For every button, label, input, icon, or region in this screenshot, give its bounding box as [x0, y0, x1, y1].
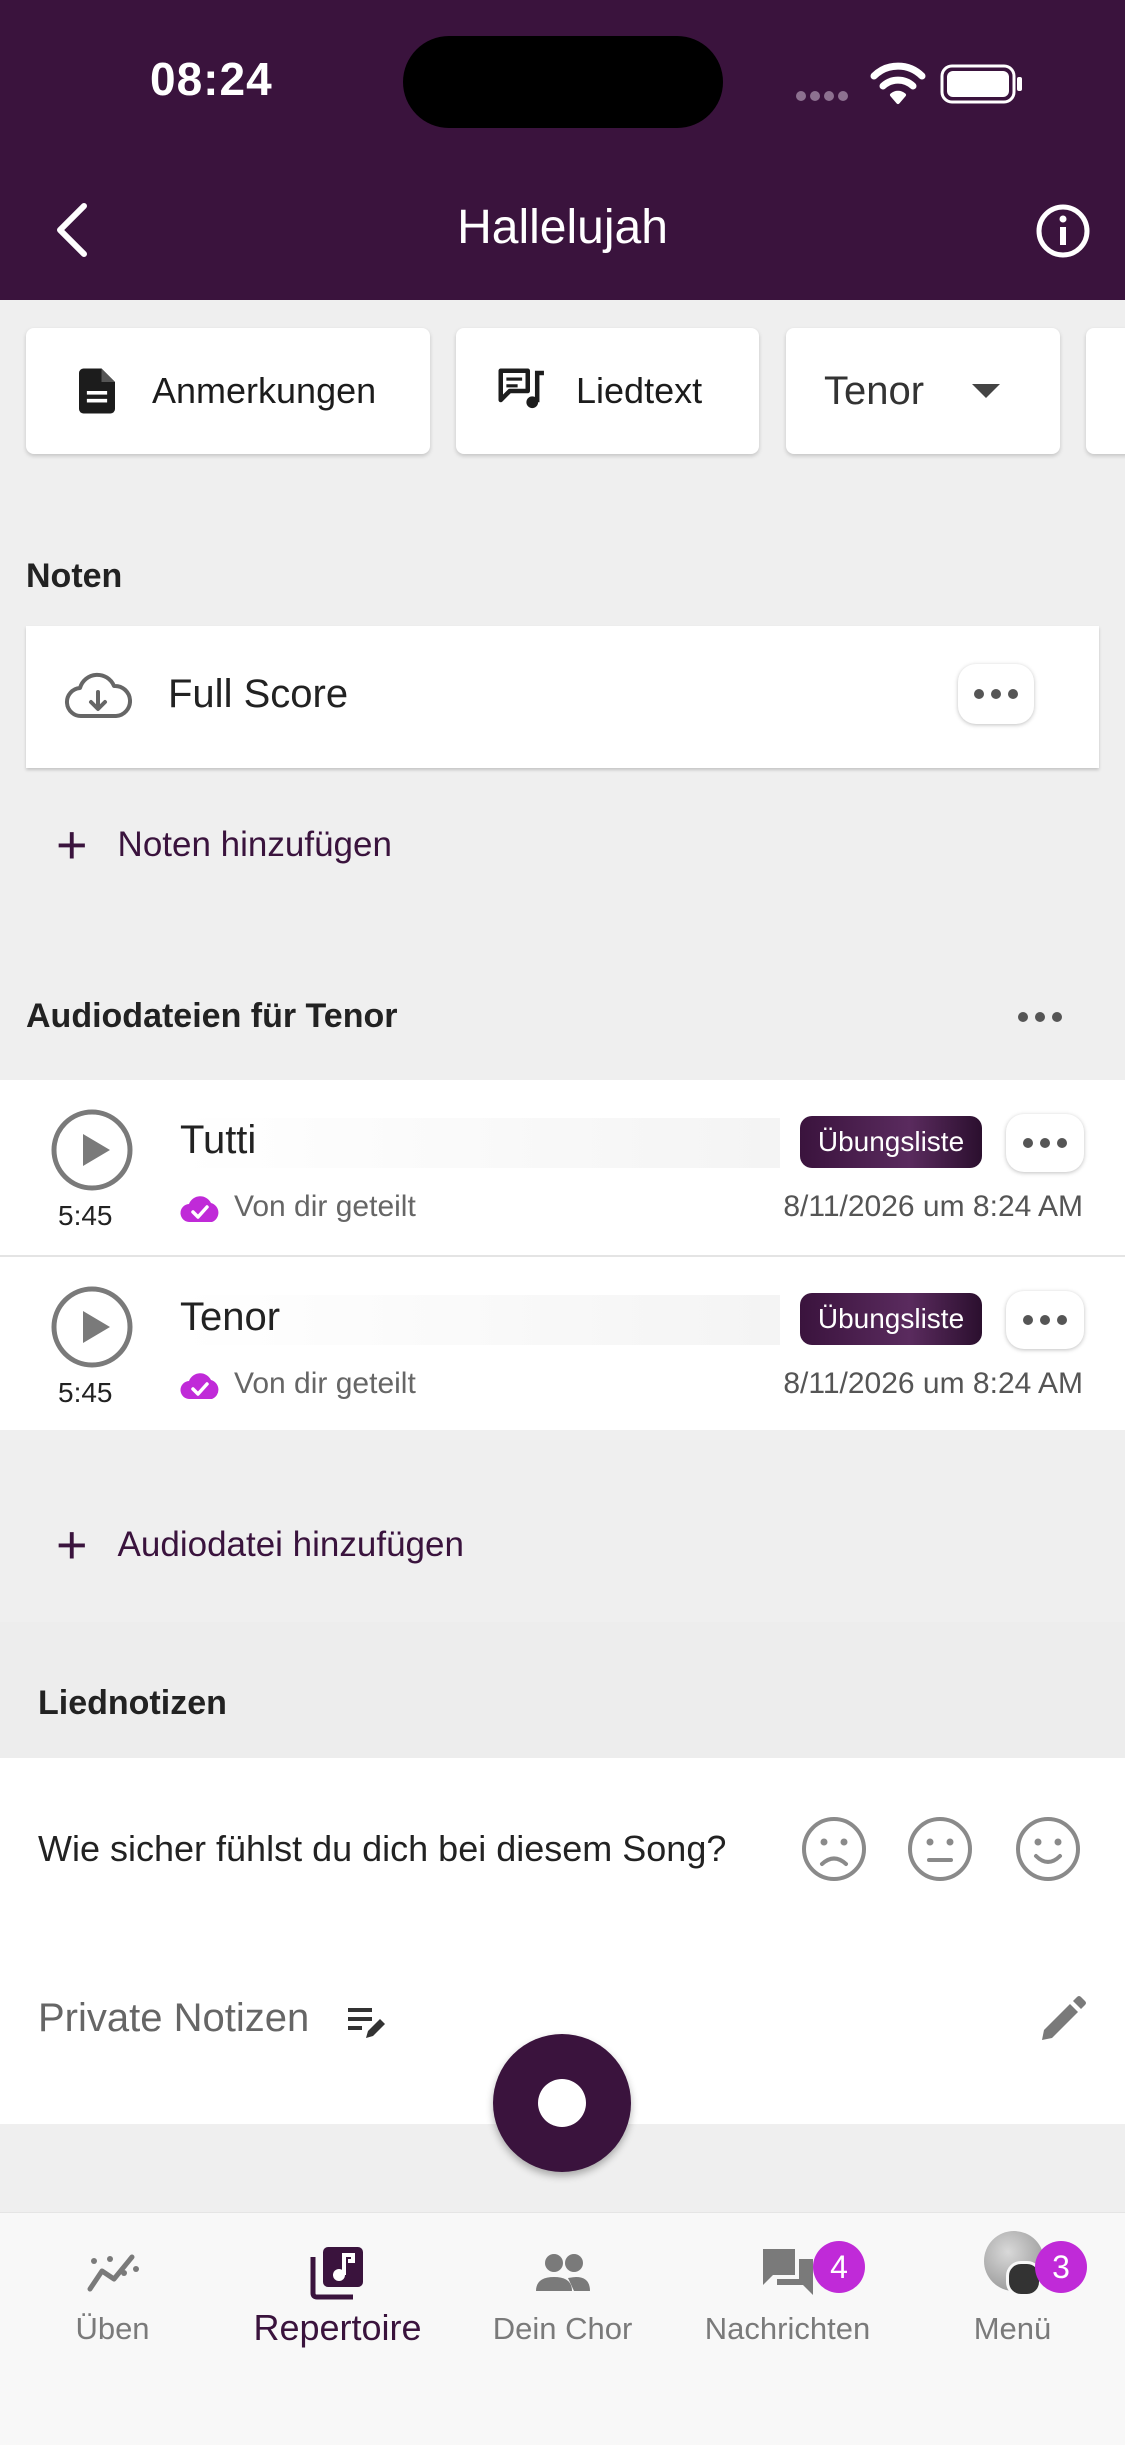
- audio-row-more-button[interactable]: [1006, 1114, 1084, 1172]
- extra-chip[interactable]: [1086, 328, 1125, 454]
- notes-edit-icon: [348, 2008, 385, 2038]
- chart-line-icon: [87, 2254, 139, 2292]
- practice-list-badge[interactable]: Übungsliste: [800, 1293, 982, 1345]
- add-score-button[interactable]: + Noten hinzufügen: [56, 818, 392, 872]
- status-time: 08:24: [150, 53, 273, 105]
- messages-count-badge: 4: [813, 2241, 865, 2293]
- practice-list-badge[interactable]: Übungsliste: [800, 1116, 982, 1168]
- audio-name: Tenor: [180, 1295, 780, 1345]
- audio-row-more-button[interactable]: [1006, 1291, 1084, 1349]
- score-item[interactable]: Full Score: [26, 626, 1099, 768]
- add-audio-label: Audiodatei hinzufügen: [117, 1525, 464, 1564]
- nav-item-practice[interactable]: Üben: [0, 2213, 225, 2363]
- audio-date: 8/11/2026 um 8:24 AM: [783, 1190, 1083, 1223]
- audio-more-icon[interactable]: [1018, 1012, 1062, 1022]
- score-name: Full Score: [168, 672, 349, 716]
- shared-status: Von dir geteilt: [234, 1190, 416, 1223]
- lyrics-icon: [498, 368, 544, 409]
- wifi-icon: [870, 62, 926, 104]
- dropdown-caret-icon: [972, 384, 1001, 398]
- plus-icon: +: [56, 815, 88, 875]
- record-dot-icon: [538, 2079, 586, 2127]
- audio-row[interactable]: 5:45 Tenor Übungsliste Von dir geteilt 8…: [0, 1255, 1125, 1432]
- happy-face-icon[interactable]: [1014, 1815, 1082, 1883]
- nav-label: Repertoire: [253, 2307, 422, 2348]
- audio-duration: 5:45: [58, 1200, 113, 1231]
- voice-selected-value: Tenor: [824, 368, 925, 413]
- record-button[interactable]: [493, 2034, 631, 2172]
- nav-item-choir[interactable]: Dein Chor: [450, 2213, 675, 2363]
- song-notes-title: Liednotizen: [38, 1684, 227, 1722]
- people-icon: [536, 2254, 590, 2291]
- nav-label: Nachrichten: [704, 2311, 871, 2346]
- scores-section-title: Noten: [26, 557, 123, 595]
- audio-name: Tutti: [180, 1118, 780, 1168]
- play-icon[interactable]: [50, 1285, 134, 1369]
- chat-icon: [763, 2249, 813, 2295]
- document-icon: [79, 368, 115, 414]
- cloud-check-icon: [180, 1196, 219, 1223]
- bottom-navigation: Üben Repertoire Dein Chor Nachrichten 4 …: [0, 2212, 1125, 2445]
- plus-icon: +: [56, 1515, 88, 1575]
- back-arrow-icon[interactable]: [50, 200, 94, 260]
- music-library-icon: [310, 2247, 363, 2300]
- annotations-button[interactable]: Anmerkungen: [26, 328, 430, 454]
- nav-label: Üben: [75, 2311, 150, 2346]
- lyrics-button[interactable]: Liedtext: [456, 328, 759, 454]
- confidence-question: Wie sicher fühlst du dich bei diesem Son…: [38, 1828, 727, 1869]
- cloud-check-icon: [180, 1373, 219, 1400]
- battery-icon: [940, 64, 1022, 104]
- menu-count-badge: 3: [1035, 2241, 1087, 2293]
- private-notes-field[interactable]: Private Notizen: [38, 1996, 309, 2041]
- pencil-icon[interactable]: [1036, 1994, 1088, 2046]
- nav-label: Menü: [973, 2311, 1052, 2346]
- app-header: 08:24 Hallelujah: [0, 0, 1125, 300]
- audio-row[interactable]: 5:45 Tutti Übungsliste Von dir geteilt 8…: [0, 1080, 1125, 1255]
- add-audio-button[interactable]: + Audiodatei hinzufügen: [56, 1518, 464, 1572]
- nav-label: Dein Chor: [492, 2311, 633, 2346]
- score-more-button[interactable]: [958, 664, 1034, 724]
- nav-item-repertoire[interactable]: Repertoire: [225, 2213, 450, 2363]
- neutral-face-icon[interactable]: [906, 1815, 974, 1883]
- audio-section-title: Audiodateien für Tenor: [26, 997, 398, 1035]
- info-icon[interactable]: [1035, 203, 1091, 259]
- audio-duration: 5:45: [58, 1377, 113, 1408]
- add-score-label: Noten hinzufügen: [117, 825, 392, 864]
- voice-selector[interactable]: Tenor: [786, 328, 1060, 454]
- audio-date: 8/11/2026 um 8:24 AM: [783, 1367, 1083, 1400]
- lyrics-label: Liedtext: [576, 370, 703, 411]
- sad-face-icon[interactable]: [800, 1815, 868, 1883]
- cloud-download-icon: [64, 672, 132, 719]
- shared-status: Von dir geteilt: [234, 1367, 416, 1400]
- nav-item-messages[interactable]: Nachrichten 4: [675, 2213, 900, 2363]
- audio-list: 5:45 Tutti Übungsliste Von dir geteilt 8…: [0, 1080, 1125, 1430]
- annotations-label: Anmerkungen: [152, 370, 377, 411]
- play-icon[interactable]: [50, 1108, 134, 1192]
- dynamic-island: [403, 36, 723, 128]
- page-title: Hallelujah: [457, 201, 668, 254]
- signal-icon: [796, 88, 852, 106]
